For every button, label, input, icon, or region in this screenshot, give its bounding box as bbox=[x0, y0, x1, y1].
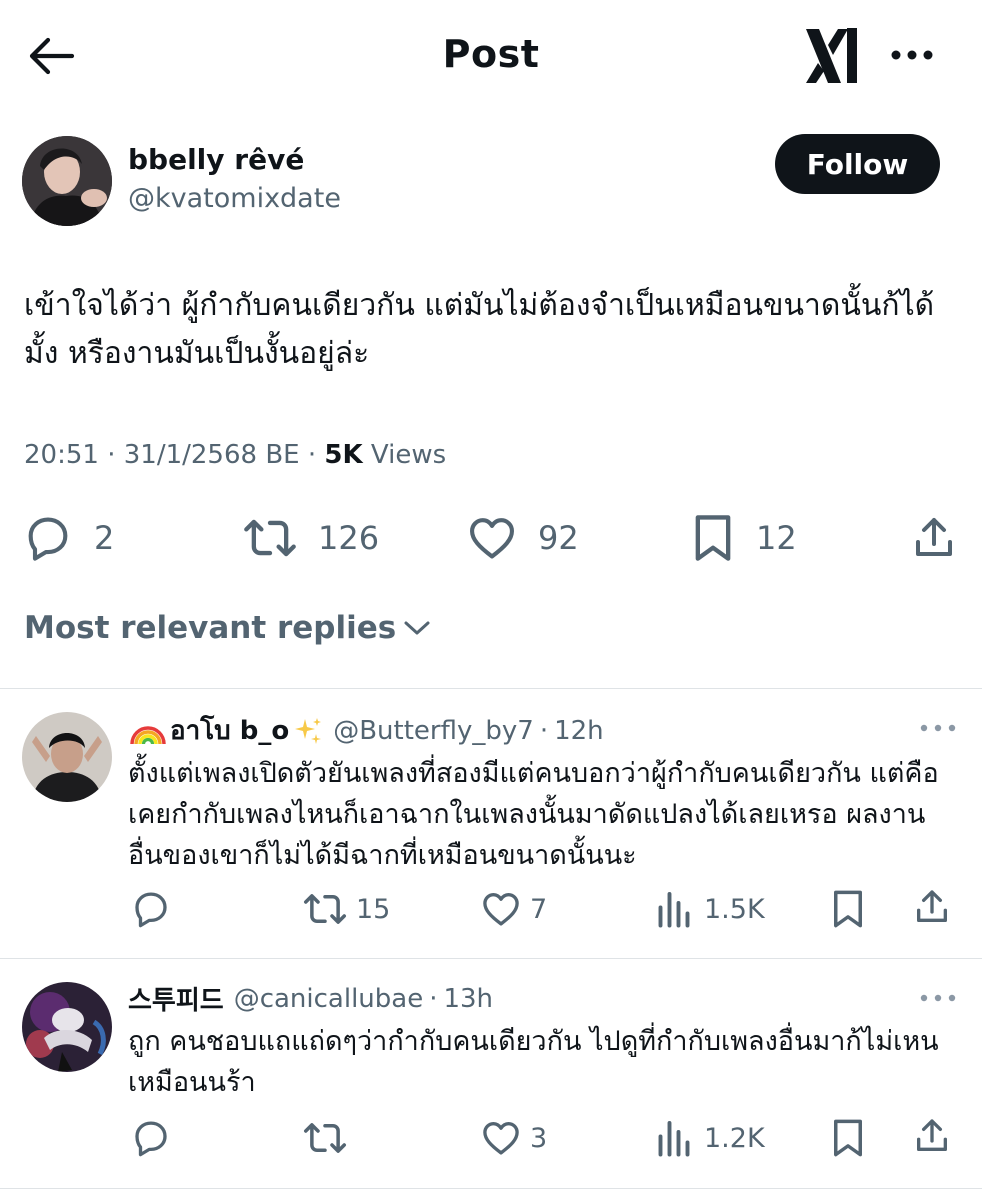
reply-text: ตั้งแต่เพลงเปิดตัวยันเพลงที่สองมีแต่คนบอ… bbox=[128, 758, 939, 871]
divider bbox=[0, 958, 982, 959]
share-icon bbox=[917, 1119, 947, 1151]
reply-bookmark-button[interactable] bbox=[830, 888, 866, 930]
x-grok-logo-icon[interactable] bbox=[804, 25, 860, 85]
views-label: Views bbox=[370, 440, 447, 470]
reply-header: 스투피드 @canicallubae · 13h bbox=[128, 980, 493, 1017]
reply-more-button[interactable] bbox=[918, 990, 958, 1006]
reply-more-button[interactable] bbox=[918, 720, 958, 736]
heart-icon bbox=[483, 892, 519, 926]
follow-button[interactable]: Follow bbox=[775, 134, 940, 194]
more-horizontal-icon bbox=[920, 994, 956, 1002]
reply-author-name[interactable]: 스투피드 bbox=[128, 980, 224, 1017]
repost-count: 126 bbox=[318, 519, 380, 557]
reply-time: 13h bbox=[443, 983, 494, 1014]
reply-views-count: 1.5K bbox=[704, 893, 765, 925]
sparkles-emoji-icon bbox=[293, 716, 323, 746]
reply-count: 2 bbox=[94, 519, 115, 557]
share-button[interactable] bbox=[910, 512, 958, 564]
views-count: 5K bbox=[324, 440, 363, 470]
bookmark-button[interactable]: 12 bbox=[690, 512, 797, 564]
bookmark-icon bbox=[695, 515, 731, 561]
bookmark-count: 12 bbox=[756, 519, 797, 557]
chevron-down-icon bbox=[404, 621, 430, 635]
reply-icon bbox=[135, 892, 167, 928]
replies-sort-label: Most relevant replies bbox=[24, 610, 397, 646]
like-button[interactable]: 92 bbox=[466, 512, 579, 564]
reply-like-count: 7 bbox=[530, 893, 548, 925]
divider bbox=[0, 1188, 982, 1189]
replies-sort-dropdown[interactable]: Most relevant replies bbox=[24, 610, 432, 646]
more-options-button[interactable] bbox=[888, 40, 938, 70]
reply-like-count: 3 bbox=[530, 1122, 548, 1154]
author-name[interactable]: bbelly rêvé bbox=[128, 143, 304, 176]
reply-header: อาโบ b_o @Butterfly_by7 · 12h bbox=[128, 710, 604, 751]
reply-author-handle[interactable]: @canicallubae bbox=[234, 984, 424, 1014]
repost-icon bbox=[244, 519, 296, 557]
share-icon bbox=[917, 890, 947, 922]
bookmark-icon bbox=[834, 890, 862, 928]
author-avatar[interactable] bbox=[22, 136, 112, 226]
reply-author-handle[interactable]: @Butterfly_by7 bbox=[333, 716, 534, 746]
post-time: 20:51 bbox=[24, 440, 99, 470]
more-horizontal-icon bbox=[920, 724, 956, 732]
reply-repost-count: 15 bbox=[356, 893, 391, 925]
repost-icon bbox=[304, 1123, 346, 1153]
post-date: 31/1/2568 BE bbox=[123, 440, 300, 470]
like-count: 92 bbox=[538, 519, 579, 557]
reply-views-count: 1.2K bbox=[704, 1122, 765, 1154]
bookmark-icon bbox=[834, 1119, 862, 1157]
post-meta: 20:51 · 31/1/2568 BE · 5K Views bbox=[24, 440, 447, 470]
reply-icon bbox=[135, 1121, 167, 1157]
reply-avatar[interactable] bbox=[22, 712, 112, 802]
reply-reply-button[interactable] bbox=[130, 1117, 172, 1159]
reply-avatar[interactable] bbox=[22, 982, 112, 1072]
reply-repost-button[interactable] bbox=[302, 1117, 348, 1159]
reply-reply-button[interactable] bbox=[130, 888, 172, 930]
reply-share-button[interactable] bbox=[912, 1115, 952, 1157]
reply-time: 12h bbox=[554, 715, 604, 746]
reply-views-button[interactable]: 1.5K bbox=[656, 888, 765, 930]
author-handle[interactable]: @kvatomixdate bbox=[128, 183, 341, 214]
reply-like-button[interactable]: 3 bbox=[480, 1117, 547, 1159]
reply-icon bbox=[28, 517, 68, 561]
heart-icon bbox=[483, 1121, 519, 1155]
divider bbox=[0, 688, 982, 689]
reply-views-button[interactable]: 1.2K bbox=[656, 1117, 765, 1159]
repost-icon bbox=[304, 894, 346, 924]
post-text: เข้าใจได้ว่า ผู้กำกับคนเดียวกัน แต่มันไม… bbox=[24, 288, 935, 371]
more-horizontal-icon bbox=[891, 50, 933, 60]
reply-share-button[interactable] bbox=[912, 886, 952, 928]
heart-icon bbox=[470, 518, 514, 559]
rainbow-emoji-icon bbox=[128, 716, 168, 746]
repost-button[interactable]: 126 bbox=[242, 512, 379, 564]
views-chart-icon bbox=[658, 1121, 690, 1157]
reply-like-button[interactable]: 7 bbox=[480, 888, 547, 930]
share-icon bbox=[916, 518, 952, 556]
reply-button[interactable]: 2 bbox=[22, 512, 114, 564]
reply-text: ถูก คนชอบแถแถ่ดๆว่ากำกับคนเดียวกัน ไปดูท… bbox=[128, 1026, 939, 1098]
reply-author-name[interactable]: อาโบ b_o bbox=[170, 710, 289, 751]
reply-repost-button[interactable]: 15 bbox=[302, 888, 390, 930]
reply-bookmark-button[interactable] bbox=[830, 1117, 866, 1159]
views-chart-icon bbox=[658, 892, 690, 928]
